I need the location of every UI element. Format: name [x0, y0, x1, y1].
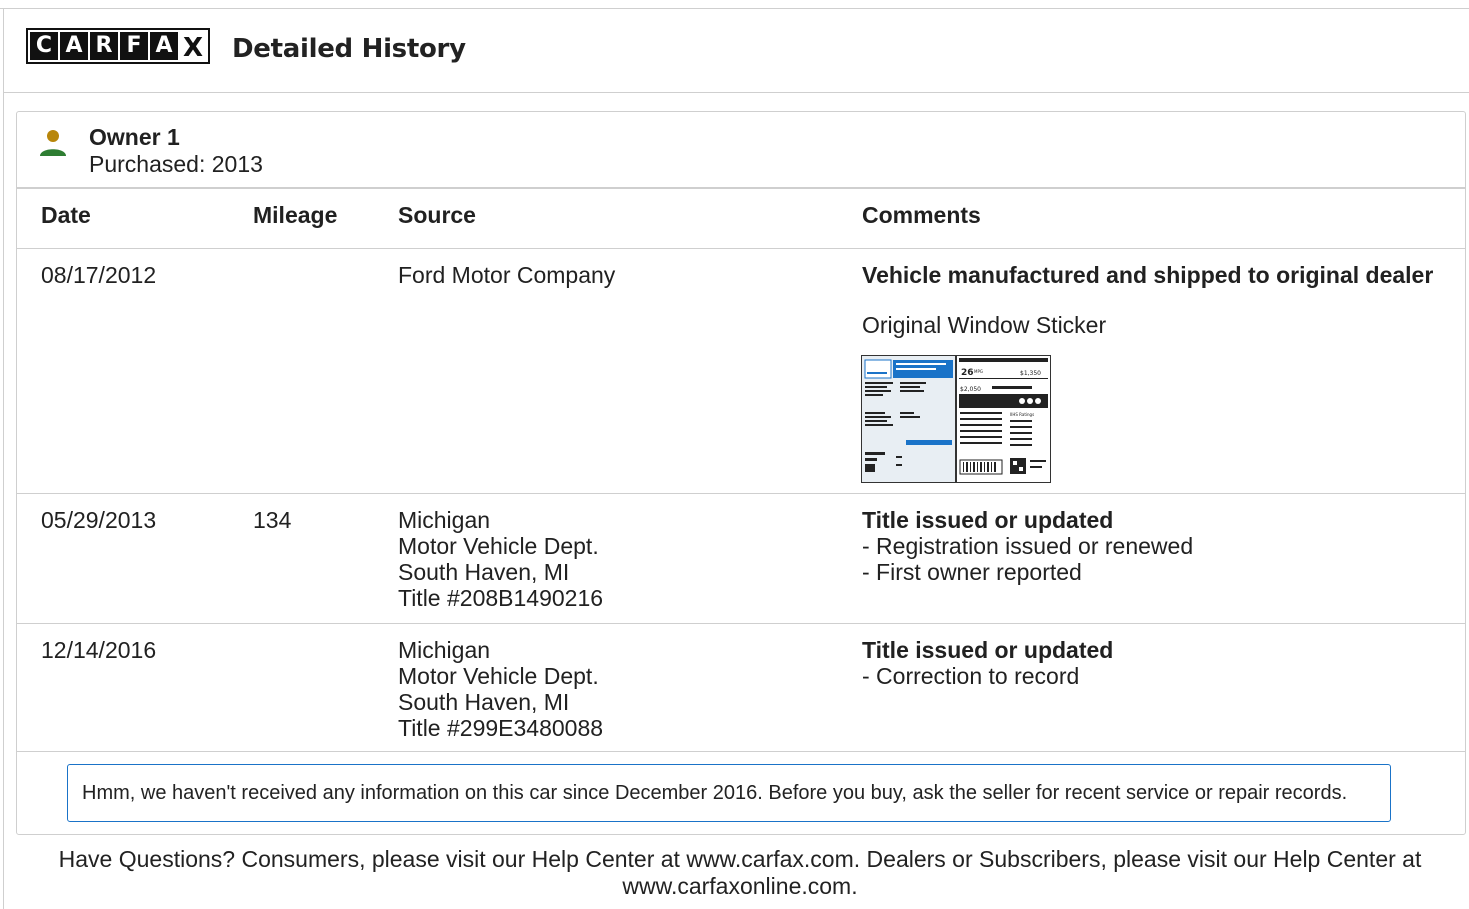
column-header-comments: Comments [862, 202, 981, 228]
sticker-price-2: $2,050 [960, 386, 981, 393]
logo-letter: F [120, 32, 148, 60]
help-center-footer: Have Questions? Consumers, please visit … [58, 846, 1422, 899]
row-source: Ford Motor Company [398, 262, 615, 288]
no-recent-info-notice: Hmm, we haven't received any information… [67, 764, 1391, 822]
column-header-date: Date [41, 202, 91, 228]
source-line: South Haven, MI [398, 689, 570, 715]
report-header [3, 8, 1469, 93]
carfax-logo[interactable]: C A R F A X [26, 24, 210, 68]
row-comments: Title issued or updated - Correction to … [862, 637, 1113, 689]
source-line: Ford Motor Company [398, 262, 616, 288]
table-row: 05/29/2013 134 Michigan Motor Vehicle De… [16, 494, 1466, 624]
logo-letter: A [150, 32, 178, 60]
window-sticker-link[interactable]: Original Window Sticker [862, 312, 1106, 338]
source-line: Motor Vehicle Dept. [398, 663, 599, 689]
row-comments: Vehicle manufactured and shipped to orig… [862, 262, 1433, 288]
comment-title: Vehicle manufactured and shipped to orig… [862, 262, 1434, 288]
table-row: 12/14/2016 Michigan Motor Vehicle Dept. … [16, 624, 1466, 752]
table-row: 08/17/2012 Ford Motor Company Vehicle ma… [16, 249, 1466, 494]
owner-name: Owner 1 [89, 124, 180, 150]
sticker-mpg-unit: MPG [974, 369, 983, 374]
source-line: South Haven, MI [398, 559, 570, 585]
source-line: Title #299E3480088 [398, 715, 604, 741]
logo-letter: A [60, 32, 88, 60]
row-date: 05/29/2013 [41, 507, 157, 533]
column-header-mileage: Mileage [253, 202, 338, 228]
row-source: Michigan Motor Vehicle Dept. South Haven… [398, 637, 603, 741]
row-date: 12/14/2016 [41, 637, 157, 663]
source-line: Title #208B1490216 [398, 585, 604, 611]
sticker-mpg: 26 [961, 368, 974, 378]
comment-title: Title issued or updated [862, 637, 1114, 663]
comment-title: Title issued or updated [862, 507, 1114, 533]
source-line: Michigan [398, 507, 491, 533]
source-line: Michigan [398, 637, 491, 663]
row-date: 08/17/2012 [41, 262, 157, 288]
logo-letter: R [90, 32, 118, 60]
comment-item: - Correction to record [862, 663, 1080, 689]
carfax-logo-box: C A R F A X [26, 28, 210, 64]
sticker-price-1: $1,350 [1020, 370, 1041, 377]
row-mileage: 134 [253, 507, 292, 533]
row-source: Michigan Motor Vehicle Dept. South Haven… [398, 507, 603, 611]
sticker-ratings-label: IIHS Ratings [1010, 412, 1034, 417]
comment-item: - First owner reported [862, 559, 1082, 585]
person-icon [40, 130, 66, 156]
logo-letter: C [30, 32, 58, 60]
page-title: Detailed History [232, 34, 466, 64]
window-sticker-thumbnail[interactable]: 26 MPG $1,350 $2,050 IIHS Ratings [861, 355, 1051, 483]
logo-letter: X [180, 32, 206, 63]
column-header-source: Source [398, 202, 476, 228]
comment-item: - Registration issued or renewed [862, 533, 1194, 559]
row-comments: Title issued or updated - Registration i… [862, 507, 1193, 585]
source-line: Motor Vehicle Dept. [398, 533, 599, 559]
owner-purchased: Purchased: 2013 [89, 151, 263, 177]
window-sticker-image: 26 MPG $1,350 $2,050 IIHS Ratings [862, 356, 1050, 482]
history-table-header: Date Mileage Source Comments [16, 188, 1466, 249]
